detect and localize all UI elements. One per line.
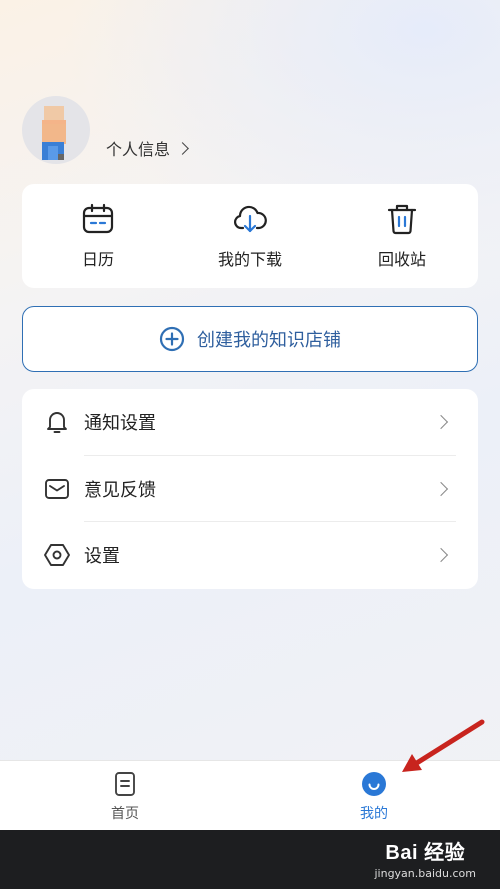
shortcut-downloads[interactable]: 我的下载 — [174, 184, 326, 288]
profile-info-link[interactable]: 个人信息 — [106, 136, 189, 160]
shortcut-calendar[interactable]: 日历 — [22, 184, 174, 288]
settings-menu: 通知设置 意见反馈 设置 — [22, 389, 478, 589]
avatar[interactable] — [22, 96, 90, 164]
menu-item-label: 意见反馈 — [84, 479, 156, 501]
menu-item-feedback[interactable]: 意见反馈 — [22, 456, 478, 523]
profile-info-label: 个人信息 — [106, 140, 171, 159]
chevron-right-icon — [176, 141, 189, 155]
home-doc-icon — [115, 772, 135, 796]
menu-item-label: 设置 — [84, 546, 120, 568]
chevron-right-icon — [433, 481, 449, 496]
plus-circle-icon — [159, 326, 185, 352]
chevron-right-icon — [433, 548, 449, 563]
mail-icon — [45, 478, 69, 499]
shortcut-downloads-label: 我的下载 — [217, 250, 282, 269]
tab-home[interactable]: 首页 — [85, 771, 165, 823]
watermark-brand: Bai 经验 — [385, 842, 466, 864]
bell-icon — [47, 412, 67, 434]
tab-home-label: 首页 — [111, 806, 139, 822]
menu-item-label: 通知设置 — [84, 413, 156, 435]
shortcuts-card: 日历 我的下载 回收站 — [22, 184, 478, 288]
settings-hex-icon — [44, 544, 70, 567]
tab-mine-label: 我的 — [360, 806, 388, 822]
profile-section: 个人信息 — [22, 96, 322, 166]
chevron-right-icon — [433, 415, 449, 430]
tab-mine[interactable]: 我的 — [334, 771, 414, 823]
cloud-download-icon — [234, 205, 267, 233]
mine-smile-icon — [362, 772, 386, 796]
trash-icon — [387, 204, 417, 235]
annotation-arrow-icon — [402, 719, 485, 772]
create-knowledge-store-button[interactable]: 创建我的知识店铺 — [22, 306, 478, 372]
shortcut-recycle-bin[interactable]: 回收站 — [326, 184, 478, 288]
shortcut-recycle-bin-label: 回收站 — [377, 250, 426, 269]
create-knowledge-store-label: 创建我的知识店铺 — [197, 330, 341, 351]
calendar-icon — [82, 203, 114, 234]
menu-item-settings[interactable]: 设置 — [22, 522, 478, 589]
watermark-bar: Bai 经验 jingyan.baidu.com — [0, 830, 500, 889]
watermark-url: jingyan.baidu.com — [374, 867, 476, 880]
menu-item-notification-settings[interactable]: 通知设置 — [22, 389, 478, 456]
baidu-jingyan-watermark: Bai 经验 jingyan.baidu.com — [374, 836, 476, 880]
shortcut-calendar-label: 日历 — [81, 250, 114, 269]
